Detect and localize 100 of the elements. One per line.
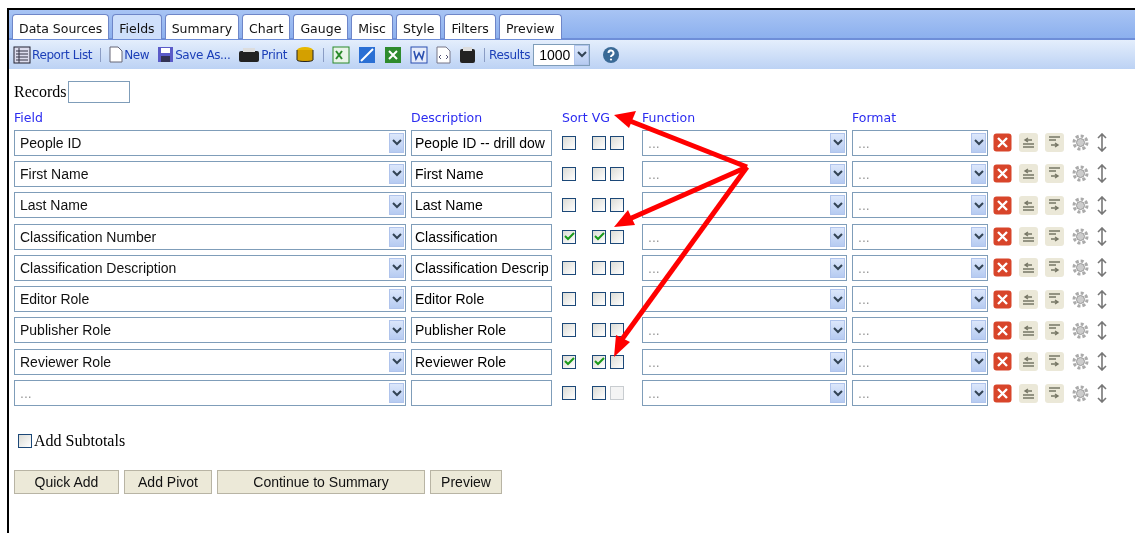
indent-icon[interactable] (1019, 195, 1038, 215)
tab[interactable]: Misc (351, 14, 393, 39)
description-input[interactable]: Classification (411, 223, 552, 250)
delete-icon[interactable] (993, 227, 1012, 247)
outdent-icon[interactable] (1045, 289, 1064, 309)
help-icon[interactable] (602, 45, 621, 64)
form-button[interactable]: Add Pivot (124, 469, 212, 494)
checkbox[interactable] (562, 292, 576, 307)
field-dropdown[interactable]: Editor Role (14, 286, 406, 313)
chart-icon[interactable] (357, 45, 376, 64)
file-icon[interactable] (458, 45, 476, 64)
checkbox[interactable] (592, 292, 606, 307)
outdent-icon[interactable] (1045, 352, 1064, 372)
description-input[interactable]: Editor Role (411, 286, 552, 313)
delete-icon[interactable] (993, 320, 1012, 340)
field-dropdown[interactable]: Reviewer Role (14, 348, 406, 375)
up-down-arrow-icon[interactable] (1097, 164, 1107, 184)
function-dropdown[interactable] (642, 192, 847, 219)
checkbox[interactable] (592, 166, 606, 181)
checkbox[interactable] (610, 260, 624, 275)
indent-icon[interactable] (1019, 320, 1038, 340)
delete-icon[interactable] (993, 258, 1012, 278)
tab[interactable]: Chart (242, 14, 291, 39)
checkbox[interactable] (562, 135, 576, 150)
up-down-arrow-icon[interactable] (1097, 320, 1107, 340)
gear-icon[interactable] (1071, 164, 1090, 184)
tab[interactable]: Fields (112, 14, 162, 39)
up-down-arrow-icon[interactable] (1097, 383, 1107, 403)
outdent-icon[interactable] (1045, 320, 1064, 340)
outdent-icon[interactable] (1045, 133, 1064, 153)
function-dropdown[interactable] (642, 286, 847, 313)
indent-icon[interactable] (1019, 133, 1038, 153)
delete-icon[interactable] (993, 383, 1012, 403)
checkbox[interactable] (562, 386, 576, 400)
checkbox[interactable] (610, 135, 624, 150)
tab[interactable]: Gauge (293, 14, 349, 39)
form-button[interactable]: Quick Add (14, 469, 119, 494)
description-input[interactable]: Classification Descrip (411, 254, 552, 281)
checkbox[interactable] (610, 229, 624, 244)
database-icon[interactable] (294, 45, 315, 64)
outdent-icon[interactable] (1045, 258, 1064, 278)
checkbox[interactable] (592, 260, 606, 275)
new-link[interactable]: New (109, 46, 150, 63)
checkbox[interactable] (562, 260, 576, 275)
checkbox[interactable] (610, 323, 624, 338)
gear-icon[interactable] (1071, 195, 1090, 215)
indent-icon[interactable] (1019, 289, 1038, 309)
checkbox[interactable] (610, 198, 624, 213)
report-list-link[interactable]: Report List (13, 45, 93, 64)
print-link[interactable]: Print (238, 46, 287, 63)
checkbox[interactable] (562, 354, 576, 369)
tab[interactable]: Filters (444, 14, 496, 39)
delete-icon[interactable] (993, 164, 1012, 184)
outdent-icon[interactable] (1045, 195, 1064, 215)
checkbox[interactable] (562, 166, 576, 181)
tab[interactable]: Preview (498, 14, 562, 39)
checkbox[interactable] (562, 229, 576, 244)
add-subtotals-checkbox[interactable] (18, 433, 32, 448)
spreadsheet-icon[interactable] (331, 45, 350, 64)
field-dropdown[interactable]: Last Name (14, 192, 406, 219)
indent-icon[interactable] (1019, 383, 1038, 403)
indent-icon[interactable] (1019, 258, 1038, 278)
up-down-arrow-icon[interactable] (1097, 258, 1107, 278)
up-down-arrow-icon[interactable] (1097, 352, 1107, 372)
gear-icon[interactable] (1071, 352, 1090, 372)
gear-icon[interactable] (1071, 133, 1090, 153)
gear-icon[interactable] (1071, 320, 1090, 340)
field-dropdown[interactable]: Publisher Role (14, 317, 406, 344)
file-icon[interactable] (435, 45, 451, 64)
field-dropdown[interactable]: People ID (14, 129, 406, 156)
checkbox[interactable] (562, 198, 576, 213)
delete-icon[interactable] (993, 289, 1012, 309)
checkbox[interactable] (592, 354, 606, 369)
description-input[interactable]: Reviewer Role (411, 348, 552, 375)
up-down-arrow-icon[interactable] (1097, 227, 1107, 247)
field-dropdown[interactable]: First Name (14, 160, 406, 187)
indent-icon[interactable] (1019, 227, 1038, 247)
form-button[interactable]: Continue to Summary (217, 469, 425, 494)
outdent-icon[interactable] (1045, 164, 1064, 184)
description-input[interactable] (411, 380, 552, 406)
checkbox[interactable] (592, 323, 606, 338)
indent-icon[interactable] (1019, 352, 1038, 372)
delete-icon[interactable] (993, 195, 1012, 215)
checkbox[interactable] (562, 323, 576, 338)
description-input[interactable]: First Name (411, 160, 552, 187)
tab[interactable]: Data Sources (12, 14, 110, 39)
checkbox[interactable] (592, 386, 606, 400)
spreadsheet-icon[interactable] (383, 45, 402, 64)
checkbox[interactable] (592, 135, 606, 150)
checkbox[interactable] (592, 229, 606, 244)
gear-icon[interactable] (1071, 258, 1090, 278)
gear-icon[interactable] (1071, 227, 1090, 247)
document-icon[interactable] (409, 45, 428, 64)
gear-icon[interactable] (1071, 289, 1090, 309)
delete-icon[interactable] (993, 133, 1012, 153)
checkbox[interactable] (610, 354, 624, 369)
description-input[interactable]: Publisher Role (411, 317, 552, 344)
checkbox[interactable] (592, 198, 606, 213)
up-down-arrow-icon[interactable] (1097, 133, 1107, 153)
tab[interactable]: Style (396, 14, 442, 39)
